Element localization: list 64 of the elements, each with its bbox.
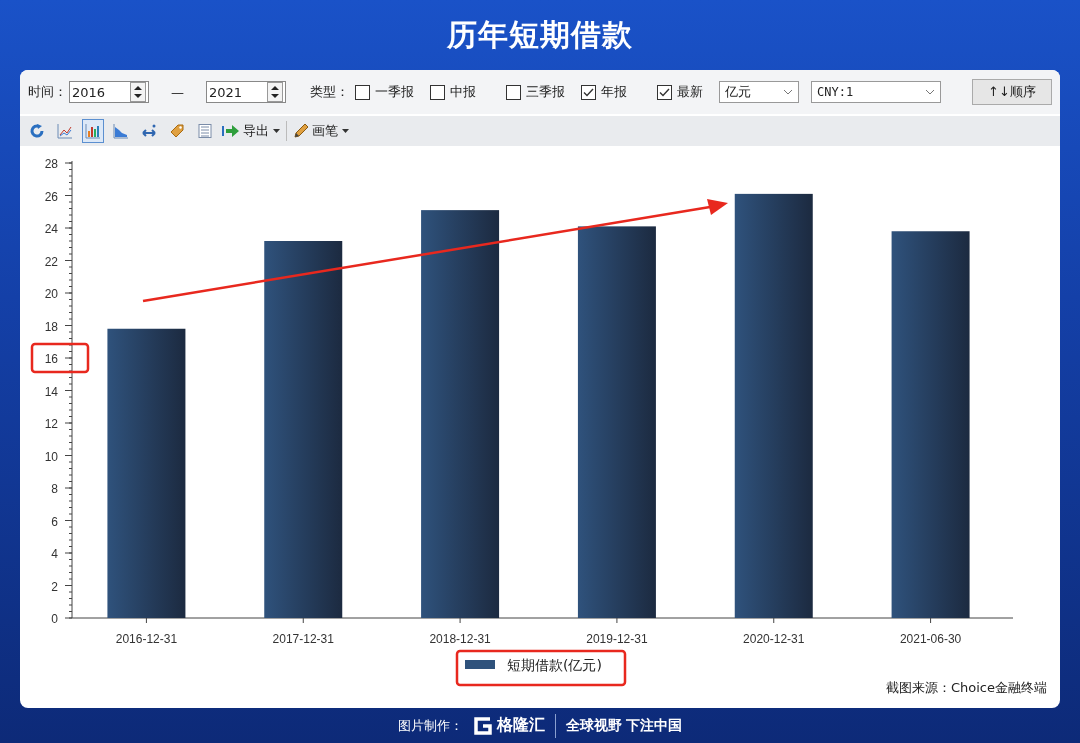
checkbox[interactable] [430, 84, 445, 100]
arrow-right-icon [222, 124, 240, 138]
page-title: 历年短期借款 [447, 15, 633, 54]
chevron-down-icon [783, 89, 793, 95]
sort-button[interactable]: ↑↓顺序 [972, 79, 1052, 105]
range-separator: — [171, 84, 184, 100]
x-axis-label: 2021-06-30 [899, 632, 962, 646]
caret-icon[interactable] [273, 129, 280, 133]
source-note: 截图来源：Choice金融终端 [885, 680, 1047, 695]
chevron-down-icon [925, 89, 935, 95]
spinner-icon[interactable] [130, 82, 146, 102]
spinner-icon[interactable] [267, 82, 283, 102]
highlight-box [30, 342, 90, 374]
y-axis-label: 6 [51, 514, 58, 529]
y-axis-label: 0 [51, 612, 58, 626]
y-axis-label: 20 [44, 287, 58, 301]
pen-button[interactable]: 画笔 [293, 122, 338, 140]
x-axis-label: 2019-12-31 [586, 632, 648, 646]
checkbox[interactable] [581, 84, 596, 100]
line-chart-icon [57, 123, 73, 139]
x-axis-label: 2016-12-31 [115, 632, 178, 646]
checkbox[interactable] [506, 84, 521, 100]
checkbox-label: 年报 [601, 83, 627, 101]
time-label: 时间： [28, 83, 67, 101]
pencil-icon [293, 123, 309, 139]
export-button[interactable]: 导出 [222, 122, 269, 140]
legend-label: 短期借款(亿元) [507, 657, 602, 673]
list-icon [197, 123, 213, 139]
y-axis-label: 28 [44, 157, 58, 171]
y-axis-label: 12 [44, 417, 58, 431]
currency-dropdown[interactable]: CNY:1 [811, 81, 941, 103]
x-axis-label: 2018-12-31 [429, 632, 491, 646]
y-axis-label: 8 [51, 482, 58, 496]
x-axis-label: 2017-12-31 [272, 632, 334, 646]
checkbox-label: 一季报 [375, 83, 414, 101]
y-axis-label: 4 [51, 547, 58, 561]
checkbox-label: 中报 [450, 83, 476, 101]
y-axis-label: 14 [44, 384, 58, 399]
toolbar-button[interactable] [82, 119, 104, 143]
unit-dropdown[interactable]: 亿元 [719, 81, 799, 103]
y-axis-label: 10 [44, 449, 58, 464]
brand-logo: 格隆汇 [472, 715, 545, 736]
checkbox-label: 三季报 [526, 83, 565, 101]
y-axis-label: 2 [51, 579, 58, 594]
checkbox[interactable] [657, 84, 672, 100]
double-arrow-icon [141, 123, 157, 139]
y-axis-label: 18 [44, 319, 58, 334]
credit-label: 图片制作： [397, 716, 463, 735]
area-chart-icon [113, 123, 129, 139]
end-year-field[interactable]: 2021 [206, 81, 286, 103]
checkbox-label: 最新 [677, 83, 703, 101]
slogan: 全球视野 下注中国 [565, 716, 683, 735]
type-label: 类型： [310, 83, 349, 101]
refresh-icon [29, 123, 45, 139]
y-axis-label: 26 [44, 189, 58, 204]
tag-icon [169, 123, 185, 139]
y-axis-label: 22 [44, 254, 58, 269]
y-axis-label: 16 [44, 352, 58, 366]
x-axis-label: 2020-12-31 [743, 632, 805, 646]
y-axis-label: 24 [44, 222, 58, 236]
bar-chart-icon [85, 123, 101, 139]
checkbox[interactable] [355, 84, 370, 100]
start-year-field[interactable]: 2016 [69, 81, 149, 103]
caret-icon[interactable] [342, 129, 349, 133]
